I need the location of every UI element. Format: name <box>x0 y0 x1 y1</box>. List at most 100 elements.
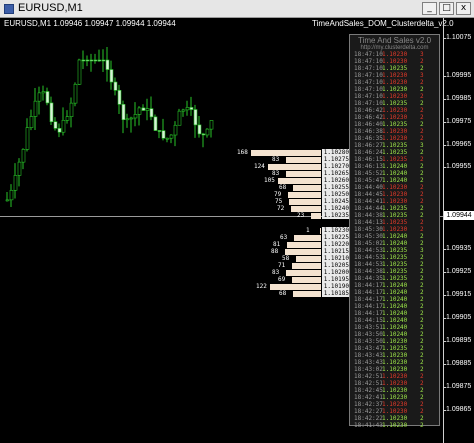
candle-body <box>205 128 210 136</box>
tas-time: 18:43:50 <box>354 331 383 338</box>
tas-price: 1.10230 <box>382 226 408 233</box>
tas-row: 18:43:47 1.10235 2 <box>350 345 439 352</box>
tas-row: 18:44:45 1.10230 2 <box>350 191 439 198</box>
tas-volume: 2 <box>420 303 424 310</box>
tas-price: 1.10235 <box>382 254 408 261</box>
tas-price: 1.10230 <box>382 135 408 142</box>
tas-price: 1.10230 <box>382 401 408 408</box>
dom-row: 83 1.10275 <box>250 156 350 163</box>
tas-time: 18:45:30 <box>354 233 383 240</box>
tas-volume: 2 <box>420 380 424 387</box>
dom-price: 1.10210 <box>322 255 350 262</box>
tas-time: 18:47:10 <box>354 58 383 65</box>
price-axis-label: 1.09895 <box>446 337 472 344</box>
tas-price: 1.10235 <box>382 345 408 352</box>
dom-price: 1.10230 <box>322 227 350 234</box>
dom-volume: 122 <box>256 283 267 290</box>
tas-time: 18:44:53 <box>354 261 383 268</box>
tas-volume: 2 <box>420 149 424 156</box>
tas-price: 1.10240 <box>382 310 408 317</box>
tas-price: 1.10230 <box>382 114 408 121</box>
tas-time: 18:44:13 <box>354 219 383 226</box>
tas-volume: 2 <box>420 282 424 289</box>
tas-volume: 2 <box>420 394 424 401</box>
tas-row: 18:44:41 1.10230 2 <box>350 198 439 205</box>
tas-row: 18:42:37 1.10230 2 <box>350 401 439 408</box>
tas-price: 1.10235 <box>382 247 408 254</box>
tas-time: 18:42:51 <box>354 373 383 380</box>
tas-time: 18:47:10 <box>354 51 383 58</box>
dom-row: 168 1.10280 <box>237 149 350 156</box>
tas-volume: 2 <box>420 261 424 268</box>
tas-time: 18:41:43 <box>354 422 383 429</box>
tas-time: 18:45:02 <box>354 240 383 247</box>
tas-volume: 2 <box>420 205 424 212</box>
tas-row: 18:46:42 1.10230 2 <box>350 107 439 114</box>
tas-volume: 2 <box>420 121 424 128</box>
dom-volume: 75 <box>275 198 283 205</box>
dom-row: 58 1.10210 <box>250 255 350 262</box>
dom-price: 1.10225 <box>322 234 350 241</box>
tas-time: 18:47:10 <box>354 100 383 107</box>
tas-price: 1.10230 <box>382 184 408 191</box>
tas-price: 1.10240 <box>382 331 408 338</box>
candle-body <box>105 59 110 70</box>
tas-time: 18:44:45 <box>354 191 383 198</box>
dom-price: 1.10185 <box>322 290 350 297</box>
tas-price: 1.10240 <box>382 324 408 331</box>
tas-price: 1.10240 <box>382 303 408 310</box>
candle-body <box>161 130 166 139</box>
current-price-label: 1.09944 <box>444 211 474 220</box>
candle-body <box>177 110 182 126</box>
candle-body <box>45 91 50 104</box>
tas-row: 18:44:44 1.10235 2 <box>350 205 439 212</box>
dom-row: 124 1.10270 <box>250 163 350 170</box>
tas-price: 1.10240 <box>382 177 408 184</box>
dom-volume: 105 <box>264 177 275 184</box>
tas-price: 1.10230 <box>382 422 408 429</box>
tas-row: 18:44:53 1.10235 3 <box>350 247 439 254</box>
dom-price: 1.10255 <box>322 184 350 191</box>
price-axis[interactable] <box>443 18 444 443</box>
tas-time: 18:43:51 <box>354 324 383 331</box>
tas-volume: 2 <box>420 219 424 226</box>
tas-time: 18:47:10 <box>354 72 383 79</box>
close-button[interactable]: x <box>456 2 471 15</box>
dom-row: 69 1.10195 <box>250 276 350 283</box>
tas-volume: 2 <box>420 163 424 170</box>
tas-time: 18:42:45 <box>354 387 383 394</box>
price-axis-label: 1.09925 <box>446 268 472 275</box>
tas-time: 18:44:17 <box>354 310 383 317</box>
tas-volume: 2 <box>420 170 424 177</box>
tas-time: 18:45:47 <box>354 177 383 184</box>
tas-price: 1.10235 <box>382 275 408 282</box>
candle-body <box>185 107 190 111</box>
tas-volume: 2 <box>420 345 424 352</box>
tas-price: 1.10230 <box>382 107 408 114</box>
tas-price: 1.10235 <box>382 219 408 226</box>
tas-time: 18:47:10 <box>354 86 383 93</box>
tas-time: 18:42:41 <box>354 394 383 401</box>
dom-price: 1.10235 <box>322 212 350 219</box>
dom-row: 63 1.10225 <box>250 234 350 241</box>
dom-volume: 69 <box>278 276 286 283</box>
tas-row: 18:47:10 1.10230 3 <box>350 51 439 58</box>
candle-body <box>133 114 138 119</box>
price-axis-label: 1.09985 <box>446 95 472 102</box>
candle-body <box>121 104 126 120</box>
tas-time: 18:46:27 <box>354 142 383 149</box>
tas-price: 1.10240 <box>382 240 408 247</box>
candle-body <box>181 109 186 112</box>
tas-row: 18:42:45 1.10230 2 <box>350 387 439 394</box>
tas-volume: 2 <box>420 135 424 142</box>
tas-volume: 2 <box>420 114 424 121</box>
tas-price: 1.10240 <box>382 170 408 177</box>
tas-row: 18:42:22 1.10230 2 <box>350 415 439 422</box>
tas-row: 18:44:17 1.10240 2 <box>350 282 439 289</box>
tas-time: 18:44:38 <box>354 268 383 275</box>
candle-body <box>61 120 66 133</box>
tas-time: 18:47:10 <box>354 79 383 86</box>
dom-row: 68 1.10255 <box>250 184 350 191</box>
dom-volume: 79 <box>274 191 282 198</box>
price-axis-label: 1.09865 <box>446 406 472 413</box>
